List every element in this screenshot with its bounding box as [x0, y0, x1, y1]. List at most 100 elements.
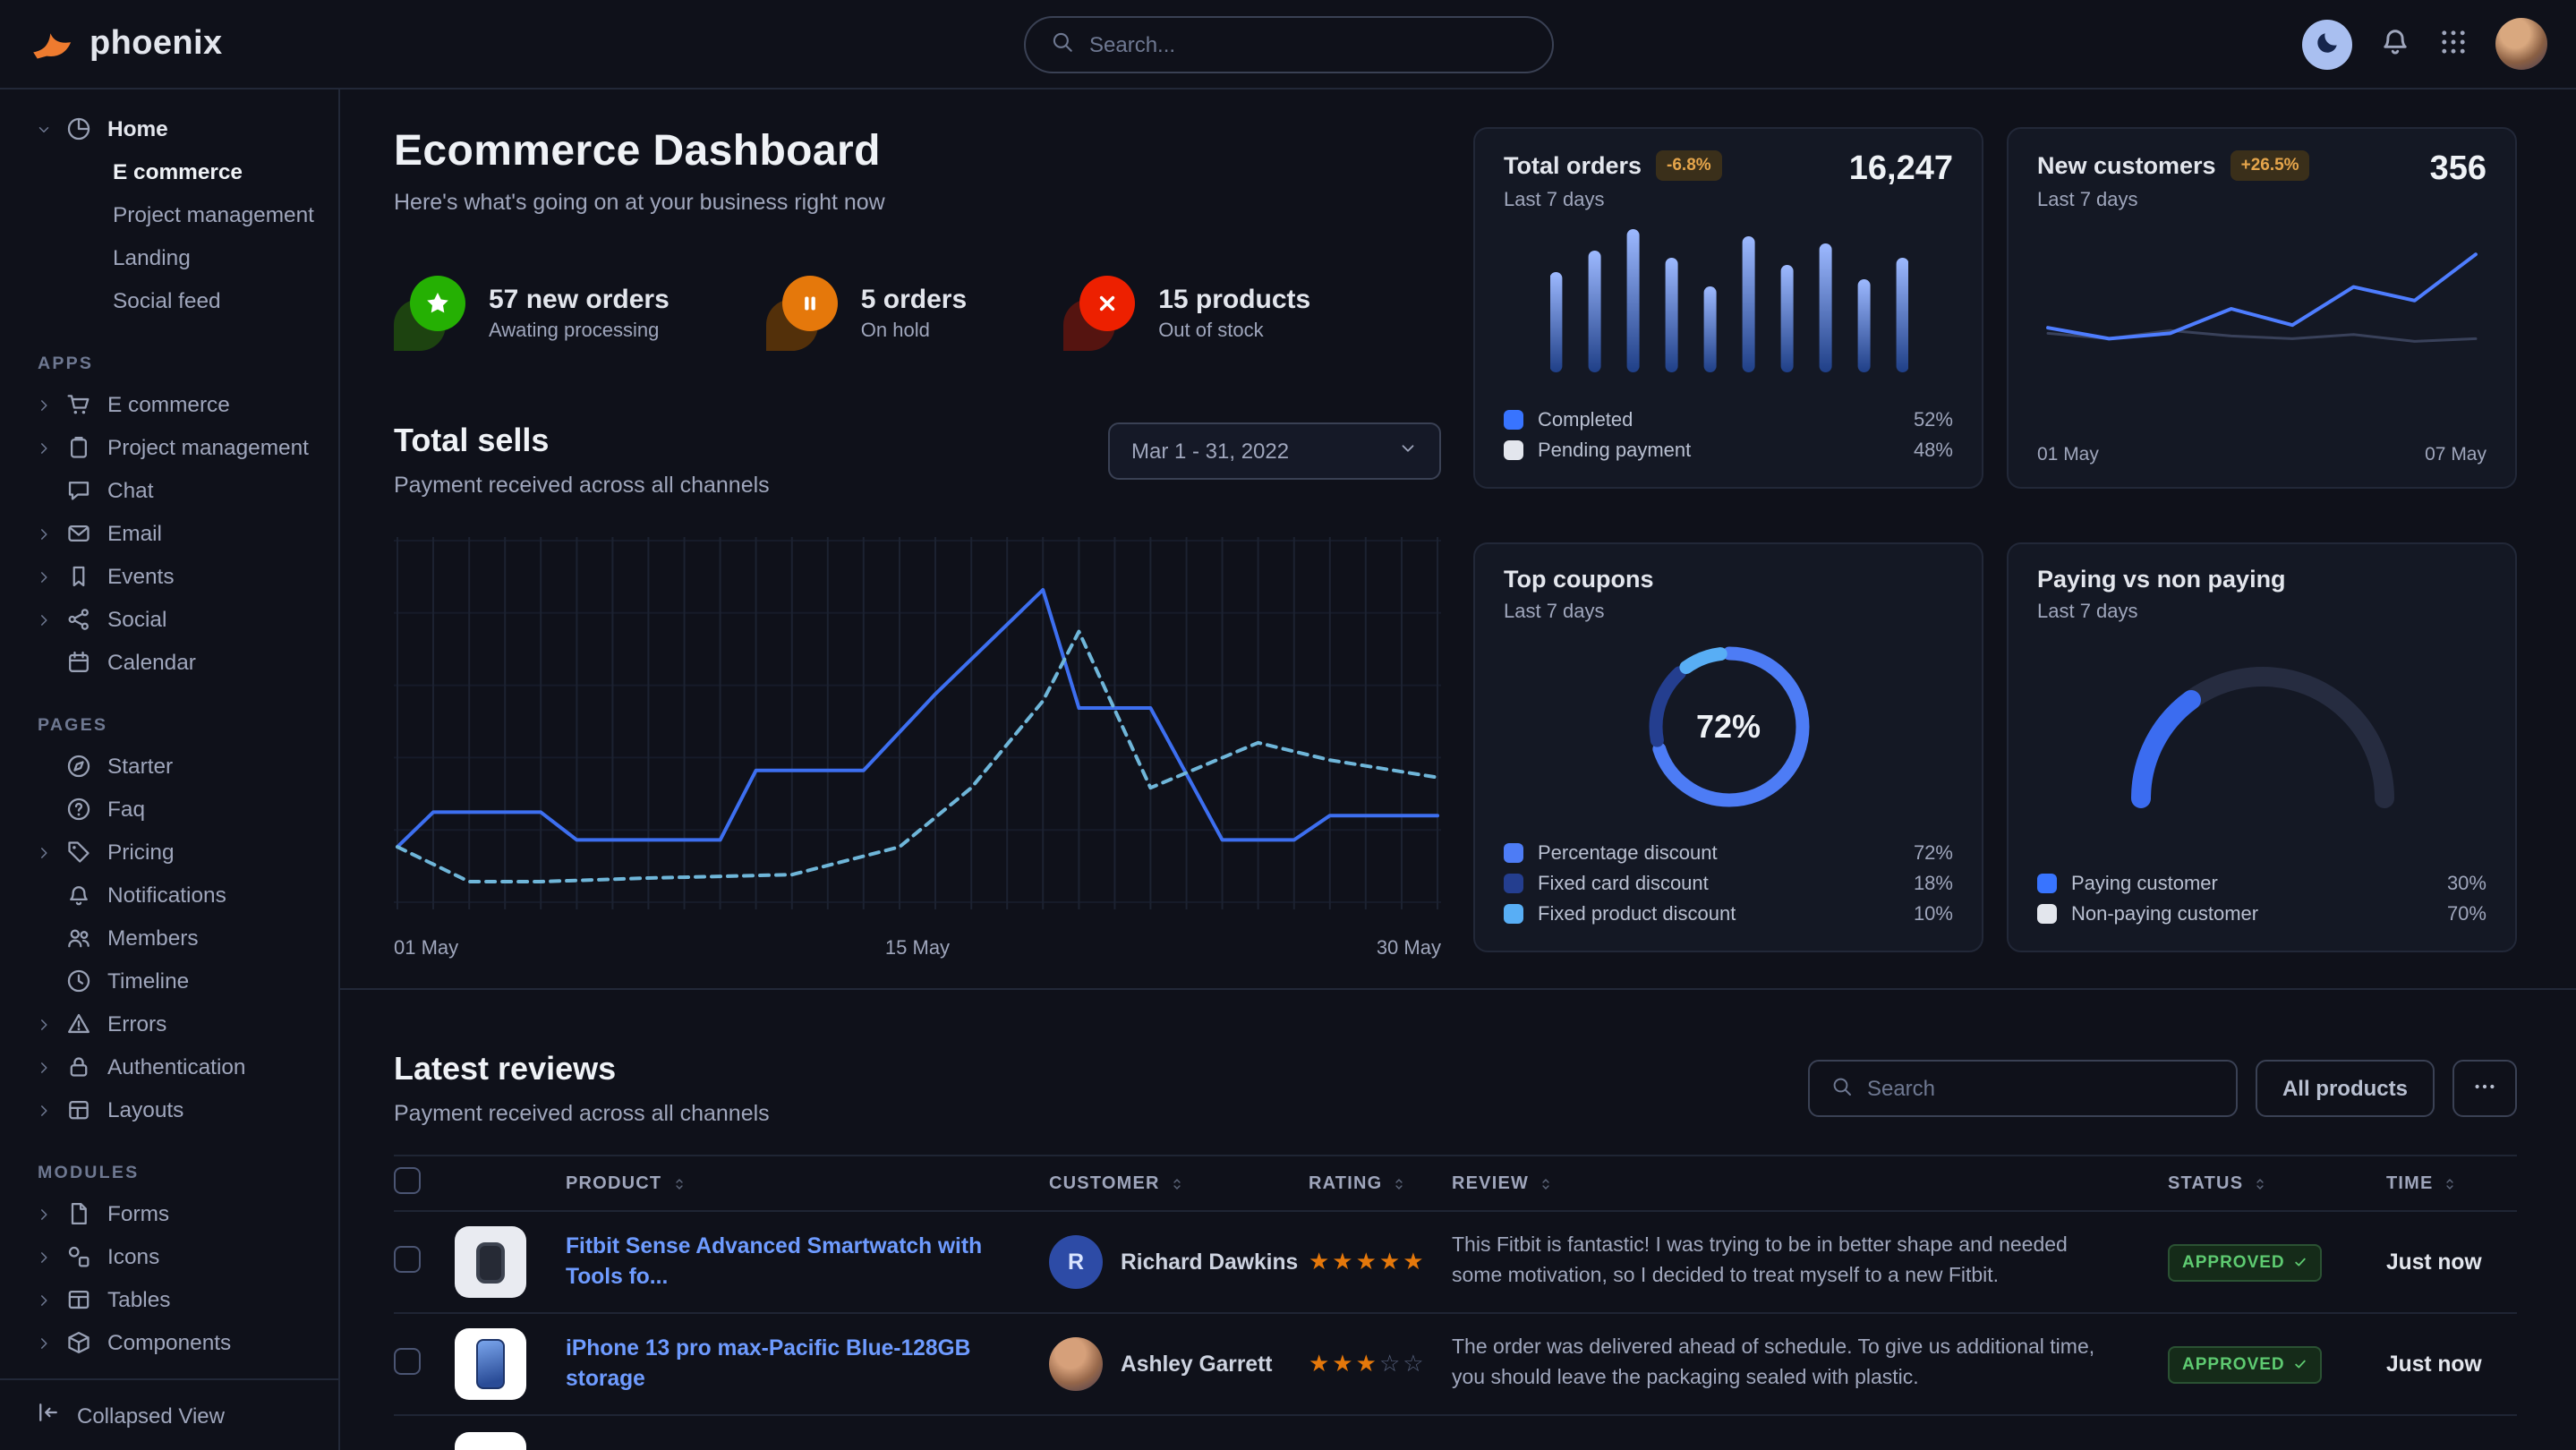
column-review[interactable]: REVIEW — [1452, 1173, 2168, 1193]
chevron-down-icon — [36, 121, 54, 137]
apps-grid-button[interactable] — [2438, 26, 2469, 62]
legend-label: Fixed card discount — [1538, 873, 1709, 894]
mail-icon — [66, 521, 95, 546]
star-icon — [410, 276, 465, 331]
box-icon — [66, 1330, 95, 1355]
select-all-checkbox[interactable] — [394, 1167, 421, 1194]
shapes-icon — [66, 1244, 95, 1269]
reviews-header-row: PRODUCT CUSTOMER RATING REVIEW STATUS TI… — [394, 1155, 2517, 1212]
reviews-search[interactable] — [1808, 1060, 2238, 1117]
sidebar-item-faq[interactable]: Faq — [0, 788, 338, 831]
top-coupons-donut-wrap: 72% — [1632, 630, 1825, 823]
global-search[interactable] — [1023, 15, 1553, 72]
chat-icon — [66, 478, 95, 503]
chevron-right-icon — [36, 525, 54, 542]
theme-toggle-button[interactable] — [2302, 19, 2352, 69]
sidebar-item-label: Icons — [107, 1244, 159, 1269]
row-checkbox[interactable] — [394, 1348, 421, 1375]
sidebar-item-pricing[interactable]: Pricing — [0, 831, 338, 874]
column-customer[interactable]: CUSTOMER — [1049, 1173, 1309, 1193]
collapsed-view-label: Collapsed View — [77, 1403, 225, 1428]
sidebar-item-label: Forms — [107, 1201, 169, 1226]
reviews-search-input[interactable] — [1867, 1076, 2214, 1101]
sidebar-item-e-commerce[interactable]: E commerce — [0, 383, 338, 426]
sidebar-item-timeline[interactable]: Timeline — [0, 960, 338, 1002]
collapsed-view-toggle[interactable]: Collapsed View — [0, 1378, 338, 1450]
sidebar-subitem-project-management[interactable]: Project management — [0, 193, 338, 236]
phoenix-dashboard: phoenix HomeE commerceProject management… — [0, 0, 2576, 1450]
new-customers-value: 356 — [2430, 150, 2486, 211]
sidebar-item-social[interactable]: Social — [0, 598, 338, 641]
product-image — [455, 1226, 526, 1298]
product-link[interactable]: iPhone 13 pro max-Pacific Blue-128GB sto… — [566, 1335, 1049, 1394]
chevron-right-icon — [36, 568, 54, 584]
calendar-icon — [66, 650, 95, 675]
stats-row: 57 new ordersAwating processing5 ordersO… — [394, 276, 1441, 351]
sidebar-item-icons[interactable]: Icons — [0, 1235, 338, 1278]
sidebar-nav: HomeE commerceProject managementLandingS… — [0, 90, 338, 1378]
row-checkbox[interactable] — [394, 1246, 421, 1273]
sidebar-item-label: Chat — [107, 478, 154, 503]
sidebar-subitem-social-feed[interactable]: Social feed — [0, 279, 338, 322]
sidebar-section-apps: APPS — [0, 345, 338, 383]
sidebar-item-layouts[interactable]: Layouts — [0, 1088, 338, 1131]
top-coupons-legend-percentage-discount: Percentage discount72% — [1504, 838, 1953, 868]
sidebar-item-project-management[interactable]: Project management — [0, 426, 338, 469]
table-row: Fitbit Sense Advanced Smartwatch with To… — [394, 1212, 2517, 1314]
sidebar-item-events[interactable]: Events — [0, 555, 338, 598]
reviews-controls: All products — [1808, 1060, 2517, 1117]
cart-icon — [66, 392, 95, 417]
brand[interactable]: phoenix — [29, 18, 223, 70]
sidebar: HomeE commerceProject managementLandingS… — [0, 90, 340, 1450]
column-rating[interactable]: RATING — [1309, 1173, 1452, 1193]
sidebar-item-forms[interactable]: Forms — [0, 1192, 338, 1235]
phoenix-logo-icon — [29, 18, 75, 70]
customer-avatar: R — [1049, 1235, 1103, 1289]
column-status[interactable]: STATUS — [2168, 1173, 2354, 1193]
legend-value: 70% — [2447, 903, 2486, 925]
notifications-button[interactable] — [2379, 25, 2411, 63]
total-orders-badge: -6.8% — [1656, 150, 1722, 181]
more-actions-button[interactable] — [2452, 1060, 2517, 1117]
search-icon — [1831, 1075, 1853, 1102]
clock-icon — [66, 968, 95, 994]
column-time[interactable]: TIME — [2354, 1173, 2517, 1193]
sidebar-item-label: Authentication — [107, 1054, 246, 1079]
sidebar-item-calendar[interactable]: Calendar — [0, 641, 338, 684]
sidebar-item-starter[interactable]: Starter — [0, 745, 338, 788]
all-products-button[interactable]: All products — [2256, 1060, 2435, 1117]
stat-value: 15 products — [1158, 285, 1310, 315]
sidebar-item-members[interactable]: Members — [0, 917, 338, 960]
sidebar-subitem-e-commerce[interactable]: E commerce — [0, 150, 338, 193]
review-time: Just now — [2354, 1352, 2482, 1377]
top-navbar: phoenix — [0, 0, 2576, 90]
legend-value: 72% — [1914, 842, 1953, 864]
date-range-select[interactable]: Mar 1 - 31, 2022 — [1108, 422, 1441, 480]
user-avatar[interactable] — [2495, 18, 2547, 70]
column-product[interactable]: PRODUCT — [566, 1173, 1049, 1193]
global-search-input[interactable] — [1089, 31, 1526, 56]
sidebar-item-authentication[interactable]: Authentication — [0, 1045, 338, 1088]
top-coupons-legend-fixed-card-discount: Fixed card discount18% — [1504, 868, 1953, 899]
legend-swatch — [2037, 874, 2057, 893]
sidebar-item-label: Pricing — [107, 840, 175, 865]
legend-swatch — [1504, 843, 1523, 863]
sidebar-item-label: Timeline — [107, 968, 189, 994]
legend-label: Non-paying customer — [2071, 903, 2258, 925]
sidebar-item-tables[interactable]: Tables — [0, 1278, 338, 1321]
date-range-value: Mar 1 - 31, 2022 — [1131, 439, 1289, 464]
sidebar-item-email[interactable]: Email — [0, 512, 338, 555]
sidebar-item-label: Email — [107, 521, 162, 546]
chevron-right-icon — [36, 1335, 54, 1351]
review-text: The order was delivered ahead of schedul… — [1452, 1319, 2168, 1410]
sidebar-item-errors[interactable]: Errors — [0, 1002, 338, 1045]
sidebar-item-label: Tables — [107, 1287, 170, 1312]
sidebar-item-notifications[interactable]: Notifications — [0, 874, 338, 917]
stat-icon — [1063, 276, 1135, 351]
sidebar-item-components[interactable]: Components — [0, 1321, 338, 1364]
sidebar-item-chat[interactable]: Chat — [0, 469, 338, 512]
sidebar-item-home[interactable]: Home — [0, 107, 338, 150]
sidebar-subitem-landing[interactable]: Landing — [0, 236, 338, 279]
product-link[interactable]: Fitbit Sense Advanced Smartwatch with To… — [566, 1232, 1049, 1292]
card-period: Last 7 days — [2037, 190, 2310, 211]
